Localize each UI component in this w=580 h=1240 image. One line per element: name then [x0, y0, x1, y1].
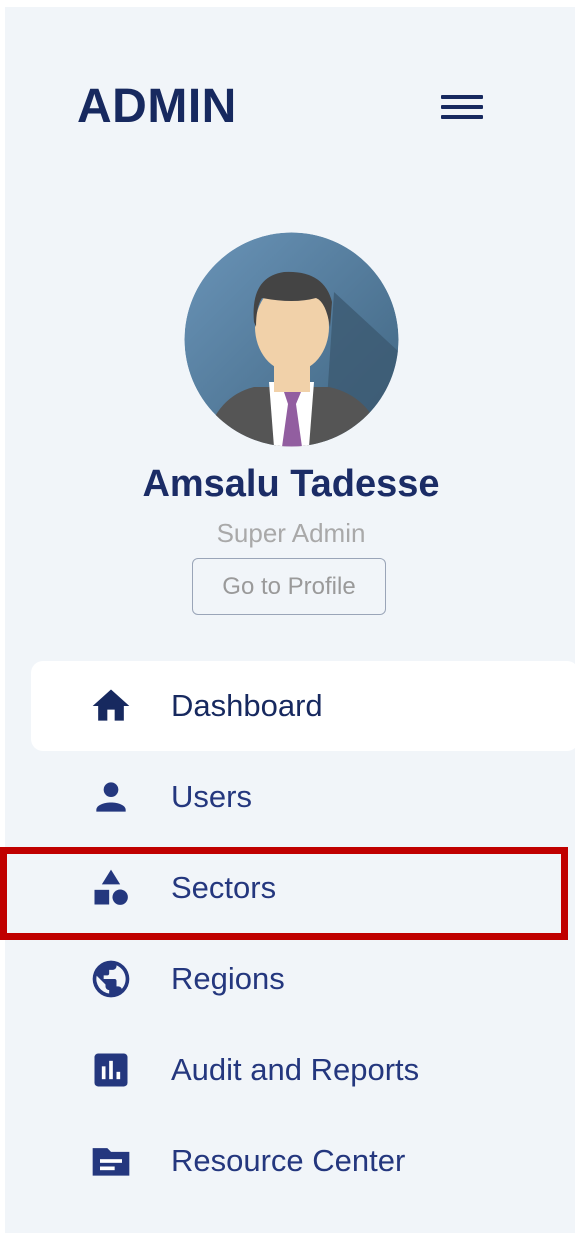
go-to-profile-button[interactable]: Go to Profile — [192, 558, 386, 615]
avatar — [184, 232, 399, 447]
sidebar-item-users[interactable]: Users — [31, 752, 579, 842]
sidebar-item-audit-and-reports[interactable]: Audit and Reports — [31, 1025, 579, 1115]
sidebar-item-label: Audit and Reports — [171, 1052, 420, 1087]
bar-chart-icon — [94, 1053, 128, 1087]
sidebar-item-dashboard[interactable]: Dashboard — [31, 661, 579, 751]
sidebar-item-resource-center[interactable]: Resource Center — [31, 1116, 579, 1206]
sidebar-item-label: Sectors — [171, 870, 277, 905]
sidebar-item-sectors[interactable]: Sectors — [31, 843, 579, 933]
user-icon — [96, 782, 126, 812]
user-role: Super Admin — [216, 518, 366, 548]
brand-title: ADMIN — [77, 80, 237, 133]
hamburger-icon[interactable] — [441, 93, 483, 121]
sidebar-item-label: Regions — [171, 961, 285, 996]
sidebar-item-label: Dashboard — [171, 688, 323, 723]
sidebar: ADMIN Amsalu Tadesse Super Admin Go to P… — [5, 7, 579, 1233]
sidebar-item-regions[interactable]: Regions — [31, 934, 579, 1024]
sidebar-item-label: Resource Center — [171, 1143, 406, 1178]
user-name: Amsalu Tadesse — [142, 463, 440, 505]
sidebar-item-label: Users — [171, 779, 252, 814]
shapes-icon — [94, 869, 128, 905]
home-icon — [92, 689, 130, 721]
folder-icon — [92, 1148, 130, 1176]
globe-icon — [92, 960, 130, 998]
